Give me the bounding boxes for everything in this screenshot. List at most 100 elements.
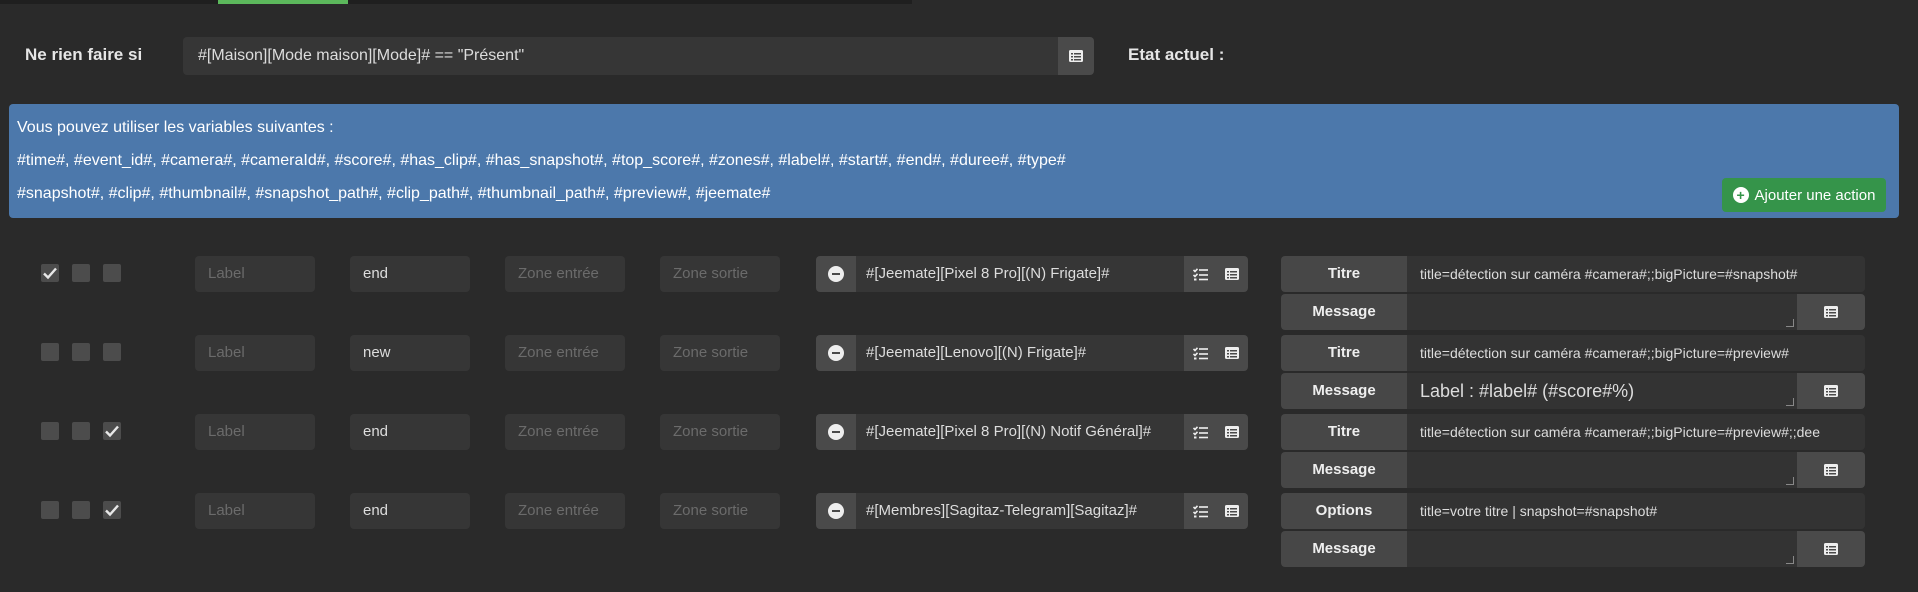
info-title: Vous pouvez utiliser les variables suiva… xyxy=(17,119,334,136)
message-textarea[interactable] xyxy=(1407,294,1797,330)
tasks-icon xyxy=(1192,267,1208,280)
action-checkbox[interactable] xyxy=(72,501,90,519)
command-select-button[interactable] xyxy=(1216,493,1248,529)
action-checkbox[interactable] xyxy=(72,343,90,361)
label-input[interactable]: Label xyxy=(195,414,315,450)
command-group: #[Jeemate][Lenovo][(N) Frigate]# xyxy=(816,335,1248,371)
info-variables-line-2: #snapshot#, #clip#, #thumbnail#, #snapsh… xyxy=(17,185,771,202)
label-input[interactable]: Label xyxy=(195,256,315,292)
message-textarea[interactable] xyxy=(1407,452,1797,488)
param-input[interactable]: title=votre titre | snapshot=#snapshot# xyxy=(1407,493,1865,529)
event-type-input[interactable]: end xyxy=(350,256,470,292)
event-type-input[interactable]: new xyxy=(350,335,470,371)
action-checkbox[interactable] xyxy=(41,422,59,440)
list-alt-icon xyxy=(1225,426,1239,438)
zone-in-input[interactable]: Zone entrée xyxy=(505,256,625,292)
command-options-button[interactable] xyxy=(1184,493,1216,529)
label-input[interactable]: Label xyxy=(195,335,315,371)
message-label: Message xyxy=(1281,452,1407,488)
list-alt-icon xyxy=(1225,505,1239,517)
command-group: #[Membres][Sagitaz-Telegram][Sagitaz]# xyxy=(816,493,1248,529)
tasks-icon xyxy=(1192,425,1208,438)
param-label: Options xyxy=(1281,493,1407,529)
message-textarea[interactable] xyxy=(1407,531,1797,567)
variables-info-panel: Vous pouvez utiliser les variables suiva… xyxy=(9,104,1899,218)
action-checkbox[interactable] xyxy=(103,343,121,361)
label-input[interactable]: Label xyxy=(195,493,315,529)
current-state-label: Etat actuel : xyxy=(1128,45,1225,64)
action-checkbox[interactable] xyxy=(41,343,59,361)
command-select-button[interactable] xyxy=(1216,414,1248,450)
event-type-input[interactable]: end xyxy=(350,493,470,529)
zone-in-input[interactable]: Zone entrée xyxy=(505,335,625,371)
active-tab-indicator xyxy=(218,0,348,4)
resize-handle[interactable] xyxy=(1786,319,1794,327)
tasks-icon xyxy=(1192,346,1208,359)
zone-out-input[interactable]: Zone sortie xyxy=(660,414,780,450)
command-input[interactable]: #[Jeemate][Pixel 8 Pro][(N) Notif Généra… xyxy=(856,414,1184,450)
zone-out-input[interactable]: Zone sortie xyxy=(660,335,780,371)
zone-out-input[interactable]: Zone sortie xyxy=(660,256,780,292)
action-checkbox[interactable] xyxy=(103,501,121,519)
action-row: Label end Zone entrée Zone sortie #[Jeemate… xyxy=(0,414,1918,494)
minus-circle-icon xyxy=(828,503,844,519)
remove-action-button[interactable] xyxy=(816,335,856,371)
action-checkbox[interactable] xyxy=(41,264,59,282)
message-expression-button[interactable] xyxy=(1797,531,1865,567)
resize-handle[interactable] xyxy=(1786,398,1794,406)
message-textarea[interactable]: Label : #label# (#score#%) xyxy=(1407,373,1797,409)
command-select-button[interactable] xyxy=(1216,256,1248,292)
remove-action-button[interactable] xyxy=(816,414,856,450)
param-input[interactable]: title=détection sur caméra #camera#;;big… xyxy=(1407,335,1865,371)
minus-circle-icon xyxy=(828,266,844,282)
message-expression-button[interactable] xyxy=(1797,294,1865,330)
plus-circle-icon: + xyxy=(1732,187,1749,203)
command-input[interactable]: #[Jeemate][Lenovo][(N) Frigate]# xyxy=(856,335,1184,371)
resize-handle[interactable] xyxy=(1786,477,1794,485)
message-label: Message xyxy=(1281,531,1407,567)
message-expression-button[interactable] xyxy=(1797,373,1865,409)
action-checkbox[interactable] xyxy=(103,422,121,440)
event-type-input[interactable]: end xyxy=(350,414,470,450)
action-row: Label end Zone entrée Zone sortie #[Membres… xyxy=(0,493,1918,573)
action-row: Label end Zone entrée Zone sortie #[Jeemate… xyxy=(0,256,1918,336)
list-alt-icon xyxy=(1824,306,1838,318)
param-input[interactable]: title=détection sur caméra #camera#;;big… xyxy=(1407,256,1865,292)
action-checkbox[interactable] xyxy=(41,501,59,519)
message-label: Message xyxy=(1281,373,1407,409)
action-checkbox[interactable] xyxy=(72,422,90,440)
remove-action-button[interactable] xyxy=(816,493,856,529)
param-input[interactable]: title=détection sur caméra #camera#;;big… xyxy=(1407,414,1865,450)
message-text: Label : #label# (#score#%) xyxy=(1420,381,1635,401)
add-action-button[interactable]: + Ajouter une action xyxy=(1722,178,1886,212)
action-checkbox[interactable] xyxy=(72,264,90,282)
param-label: Titre xyxy=(1281,335,1407,371)
zone-in-input[interactable]: Zone entrée xyxy=(505,414,625,450)
list-alt-icon xyxy=(1824,464,1838,476)
tasks-icon xyxy=(1192,504,1208,517)
command-options-button[interactable] xyxy=(1184,414,1216,450)
list-alt-icon xyxy=(1225,347,1239,359)
list-alt-icon xyxy=(1824,385,1838,397)
list-alt-icon xyxy=(1225,268,1239,280)
command-select-button[interactable] xyxy=(1216,335,1248,371)
message-expression-button[interactable] xyxy=(1797,452,1865,488)
remove-action-button[interactable] xyxy=(816,256,856,292)
condition-input[interactable]: #[Maison][Mode maison][Mode]# == "Présen… xyxy=(183,37,1058,75)
condition-expression-button[interactable] xyxy=(1058,37,1094,75)
command-options-button[interactable] xyxy=(1184,335,1216,371)
top-strip xyxy=(0,0,912,4)
command-input[interactable]: #[Jeemate][Pixel 8 Pro][(N) Frigate]# xyxy=(856,256,1184,292)
check-icon xyxy=(105,425,119,438)
message-label: Message xyxy=(1281,294,1407,330)
command-options-button[interactable] xyxy=(1184,256,1216,292)
list-alt-icon xyxy=(1069,50,1083,62)
command-group: #[Jeemate][Pixel 8 Pro][(N) Notif Généra… xyxy=(816,414,1248,450)
zone-out-input[interactable]: Zone sortie xyxy=(660,493,780,529)
zone-in-input[interactable]: Zone entrée xyxy=(505,493,625,529)
resize-handle[interactable] xyxy=(1786,556,1794,564)
command-input[interactable]: #[Membres][Sagitaz-Telegram][Sagitaz]# xyxy=(856,493,1184,529)
command-group: #[Jeemate][Pixel 8 Pro][(N) Frigate]# xyxy=(816,256,1248,292)
action-checkbox[interactable] xyxy=(103,264,121,282)
list-alt-icon xyxy=(1824,543,1838,555)
